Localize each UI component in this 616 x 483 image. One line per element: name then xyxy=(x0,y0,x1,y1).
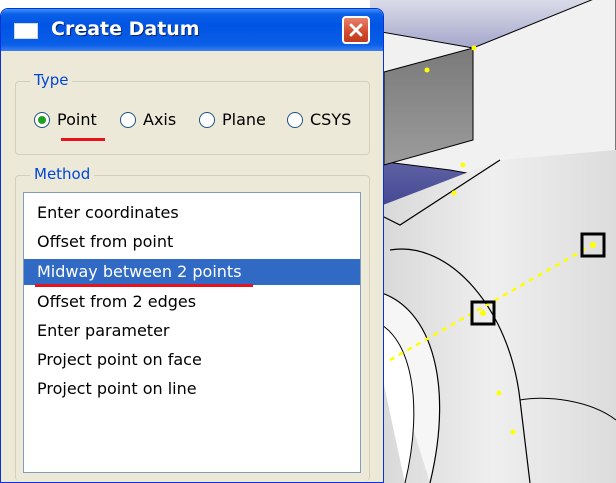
list-item-selected[interactable]: Midway between 2 points xyxy=(24,259,360,285)
list-item[interactable]: Project point on face xyxy=(24,347,360,373)
method-highlight-underline xyxy=(35,284,253,287)
type-legend: Type xyxy=(30,71,73,89)
vertex-marker xyxy=(460,162,466,168)
window-icon xyxy=(14,23,38,39)
dialog-title: Create Datum xyxy=(51,18,200,40)
close-button[interactable] xyxy=(342,16,370,44)
vertex-marker xyxy=(451,190,457,196)
vertex-marker xyxy=(496,390,502,396)
list-item[interactable]: Offset from 2 edges xyxy=(24,289,360,315)
list-item[interactable]: Enter parameter xyxy=(24,318,360,344)
list-item[interactable]: Offset from point xyxy=(24,229,360,255)
radio-point-label: Point xyxy=(57,110,97,129)
vertex-marker xyxy=(424,67,430,73)
radio-point-button[interactable] xyxy=(34,111,50,128)
part-model xyxy=(370,0,616,483)
radio-axis-label: Axis xyxy=(143,110,177,129)
model-viewport[interactable] xyxy=(370,0,616,483)
create-datum-dialog: Create Datum Type Point Axis Plane CSYS … xyxy=(0,8,384,483)
radio-csys-label: CSYS xyxy=(310,110,352,129)
list-item[interactable]: Project point on line xyxy=(24,376,360,402)
method-legend: Method xyxy=(30,165,95,183)
radio-axis[interactable]: Axis xyxy=(120,110,176,129)
point-highlight-underline xyxy=(61,138,105,141)
radio-csys-button[interactable] xyxy=(287,111,303,128)
list-item[interactable]: Enter coordinates xyxy=(24,200,360,226)
type-group: Type Point Axis Plane CSYS xyxy=(15,71,370,155)
radio-axis-button[interactable] xyxy=(120,111,136,128)
vertex-marker xyxy=(471,45,477,51)
vertex-marker xyxy=(510,429,516,435)
radio-plane-label: Plane xyxy=(222,110,266,129)
close-icon xyxy=(349,23,363,37)
radio-plane-button[interactable] xyxy=(199,111,215,128)
radio-csys[interactable]: CSYS xyxy=(287,110,351,129)
radio-point[interactable]: Point xyxy=(34,110,97,129)
dialog-titlebar[interactable]: Create Datum xyxy=(1,9,383,51)
radio-plane[interactable]: Plane xyxy=(199,110,266,129)
method-list[interactable]: Enter coordinates Offset from point Midw… xyxy=(23,192,361,473)
